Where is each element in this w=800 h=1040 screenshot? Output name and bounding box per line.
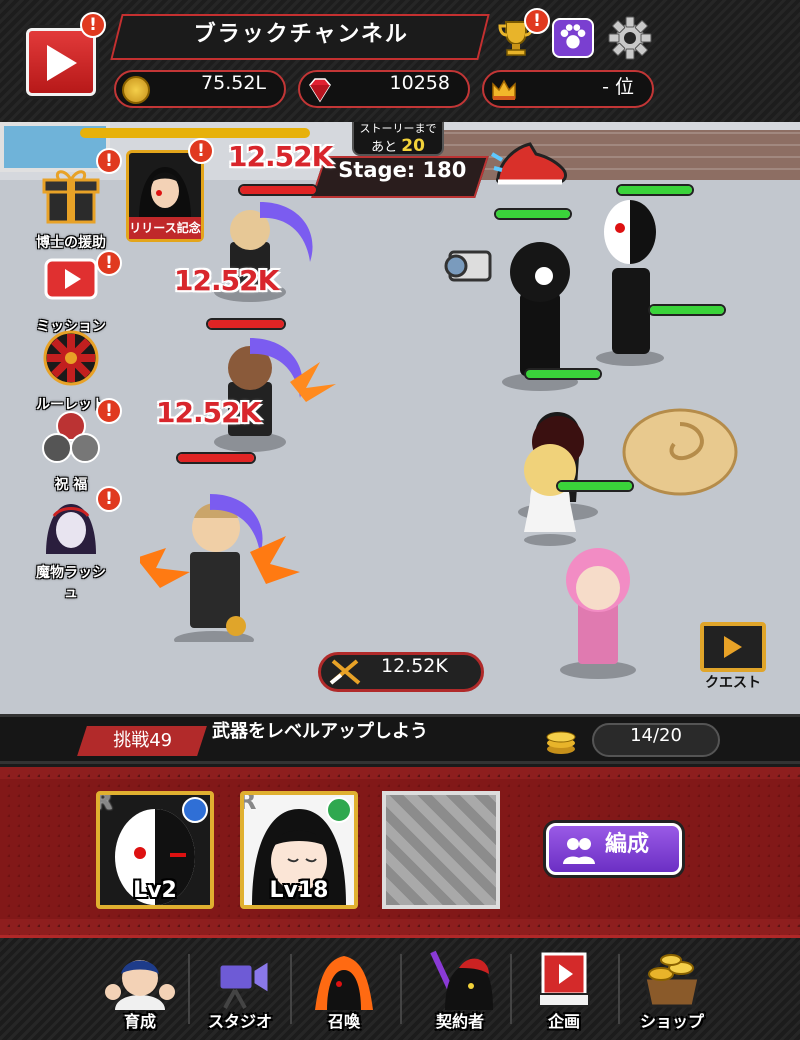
- hp-bar: [648, 304, 726, 316]
- contractor-icon: [430, 950, 493, 1010]
- blessing-alert-badge: !: [96, 398, 122, 424]
- alert-badge: !: [80, 12, 106, 38]
- hp-bar: [206, 318, 286, 330]
- play-mission-icon: [44, 258, 98, 300]
- damage-number: 12.52K: [156, 396, 261, 429]
- challenge-progress: 14/20: [592, 723, 720, 757]
- story-tip-prefix: あと: [371, 140, 398, 155]
- coin-counter: 75.52L: [114, 70, 286, 108]
- formation-label: 編成: [605, 832, 650, 857]
- crown-icon: [492, 79, 516, 100]
- crossed-weapons-icon: [329, 659, 361, 685]
- channel-logo-button[interactable]: [26, 28, 96, 96]
- release-alert-badge: !: [188, 138, 214, 164]
- gear-icon[interactable]: [606, 14, 654, 62]
- stage-label: Stage: 180: [338, 158, 467, 182]
- studio-icon: [217, 957, 271, 1009]
- paw-icon[interactable]: [552, 18, 594, 58]
- thumbs-up-role-icon: [182, 797, 208, 823]
- nav-label: 契約者: [435, 1012, 484, 1031]
- nav-label: 育成: [123, 1012, 156, 1031]
- team-power-display: 12.52K: [318, 652, 484, 692]
- nav-training[interactable]: 育成: [88, 942, 192, 1038]
- nav-summon[interactable]: 召喚: [292, 942, 396, 1038]
- nav-studio[interactable]: スタジオ: [188, 942, 292, 1038]
- rank-counter: - 位: [482, 70, 654, 108]
- hp-bar: [616, 184, 694, 196]
- formation-button[interactable]: 編成: [546, 823, 682, 875]
- quest-button[interactable]: クエスト: [696, 622, 770, 692]
- blessing-icon: [42, 411, 100, 463]
- side-button-label: 博士の援助: [36, 235, 106, 251]
- damage-number: 12.52K: [174, 264, 279, 297]
- nav-divider: [400, 954, 402, 1024]
- gem-counter: 10258: [298, 70, 470, 108]
- hp-bar: [494, 208, 572, 220]
- quest-tv-icon: [700, 622, 766, 672]
- training-icon: [105, 960, 175, 1010]
- enemy-squad: [444, 200, 738, 679]
- team-panel: R Lv2 R Lv18 編成: [0, 767, 800, 935]
- doctor-support-button[interactable]: 博士の援助: [30, 166, 112, 252]
- gem-value: 10258: [389, 72, 450, 94]
- team-card[interactable]: R Lv2: [96, 791, 214, 909]
- gift-box-icon: [42, 170, 100, 224]
- card-level: Lv18: [269, 878, 329, 903]
- coin-value: 75.52L: [201, 72, 266, 94]
- battle-field: ストーリーまで あと 20 Stage: 180 博士の援助 ! リリース記念 …: [0, 122, 800, 714]
- group-icon: [563, 838, 595, 864]
- nav-label: スタジオ: [207, 1012, 272, 1031]
- story-countdown: ストーリーまで あと 20: [352, 122, 444, 156]
- trophy-alert-badge: !: [524, 8, 550, 34]
- monster-rush-icon: [46, 504, 96, 554]
- nav-project[interactable]: 企画: [512, 942, 616, 1038]
- nav-label: 企画: [547, 1012, 580, 1031]
- summon-icon: [315, 956, 373, 1010]
- side-button-label: 魔物ラッシュ: [36, 565, 106, 601]
- empty-team-slot[interactable]: [382, 791, 500, 909]
- shop-icon: [643, 954, 701, 1008]
- hp-bar: [238, 184, 318, 196]
- hp-bar: [556, 480, 634, 492]
- challenge-tag: 挑戦49: [77, 726, 207, 756]
- nav-contractor[interactable]: 契約者: [408, 942, 512, 1038]
- coin-stack-icon: [546, 731, 576, 754]
- monster-rush-alert-badge: !: [96, 486, 122, 512]
- coin-icon: [122, 76, 150, 104]
- rarity-label: R: [100, 795, 112, 815]
- side-alert-badge: !: [96, 148, 122, 174]
- nav-label: ショップ: [639, 1012, 704, 1031]
- challenge-number: 挑戦49: [113, 730, 173, 751]
- damage-number: 12.52K: [228, 140, 333, 173]
- sneaker-icon[interactable]: [490, 134, 574, 200]
- background-pipe: [80, 128, 310, 138]
- ruby-gem-icon: [309, 78, 331, 103]
- channel-name: ブラックチャンネル: [193, 22, 409, 47]
- hp-bar: [524, 368, 602, 380]
- play-logo-icon: [47, 45, 77, 81]
- team-card[interactable]: R Lv18: [240, 791, 358, 909]
- card-level: Lv2: [133, 878, 177, 903]
- bottom-navigation: 育成 スタジオ 召喚 契約者 企画 ショップ: [0, 935, 800, 1040]
- nav-label: 召喚: [327, 1012, 360, 1031]
- top-header: ! ブラックチャンネル ! 75.52L 10258 - 位: [0, 0, 800, 122]
- rarity-label: R: [244, 795, 256, 815]
- monster-rush-button[interactable]: 魔物ラッシュ: [30, 496, 112, 602]
- story-tip-line: ストーリーまで: [359, 122, 437, 135]
- project-icon: [538, 952, 590, 1007]
- channel-name-banner[interactable]: ブラックチャンネル: [110, 14, 490, 60]
- quest-label: クエスト: [705, 675, 761, 691]
- nav-shop[interactable]: ショップ: [620, 942, 724, 1038]
- mission-alert-badge: !: [96, 250, 122, 276]
- challenge-description: 武器をレベルアップしよう: [212, 721, 428, 742]
- team-power-value: 12.52K: [381, 655, 448, 677]
- story-tip-count: 20: [401, 136, 425, 156]
- hp-bar: [176, 452, 256, 464]
- lightbulb-role-icon: [326, 797, 352, 823]
- roulette-icon: [43, 330, 99, 386]
- challenge-bar[interactable]: 挑戦49 武器をレベルアップしよう 14/20: [0, 714, 800, 764]
- rank-value: - 位: [602, 76, 634, 98]
